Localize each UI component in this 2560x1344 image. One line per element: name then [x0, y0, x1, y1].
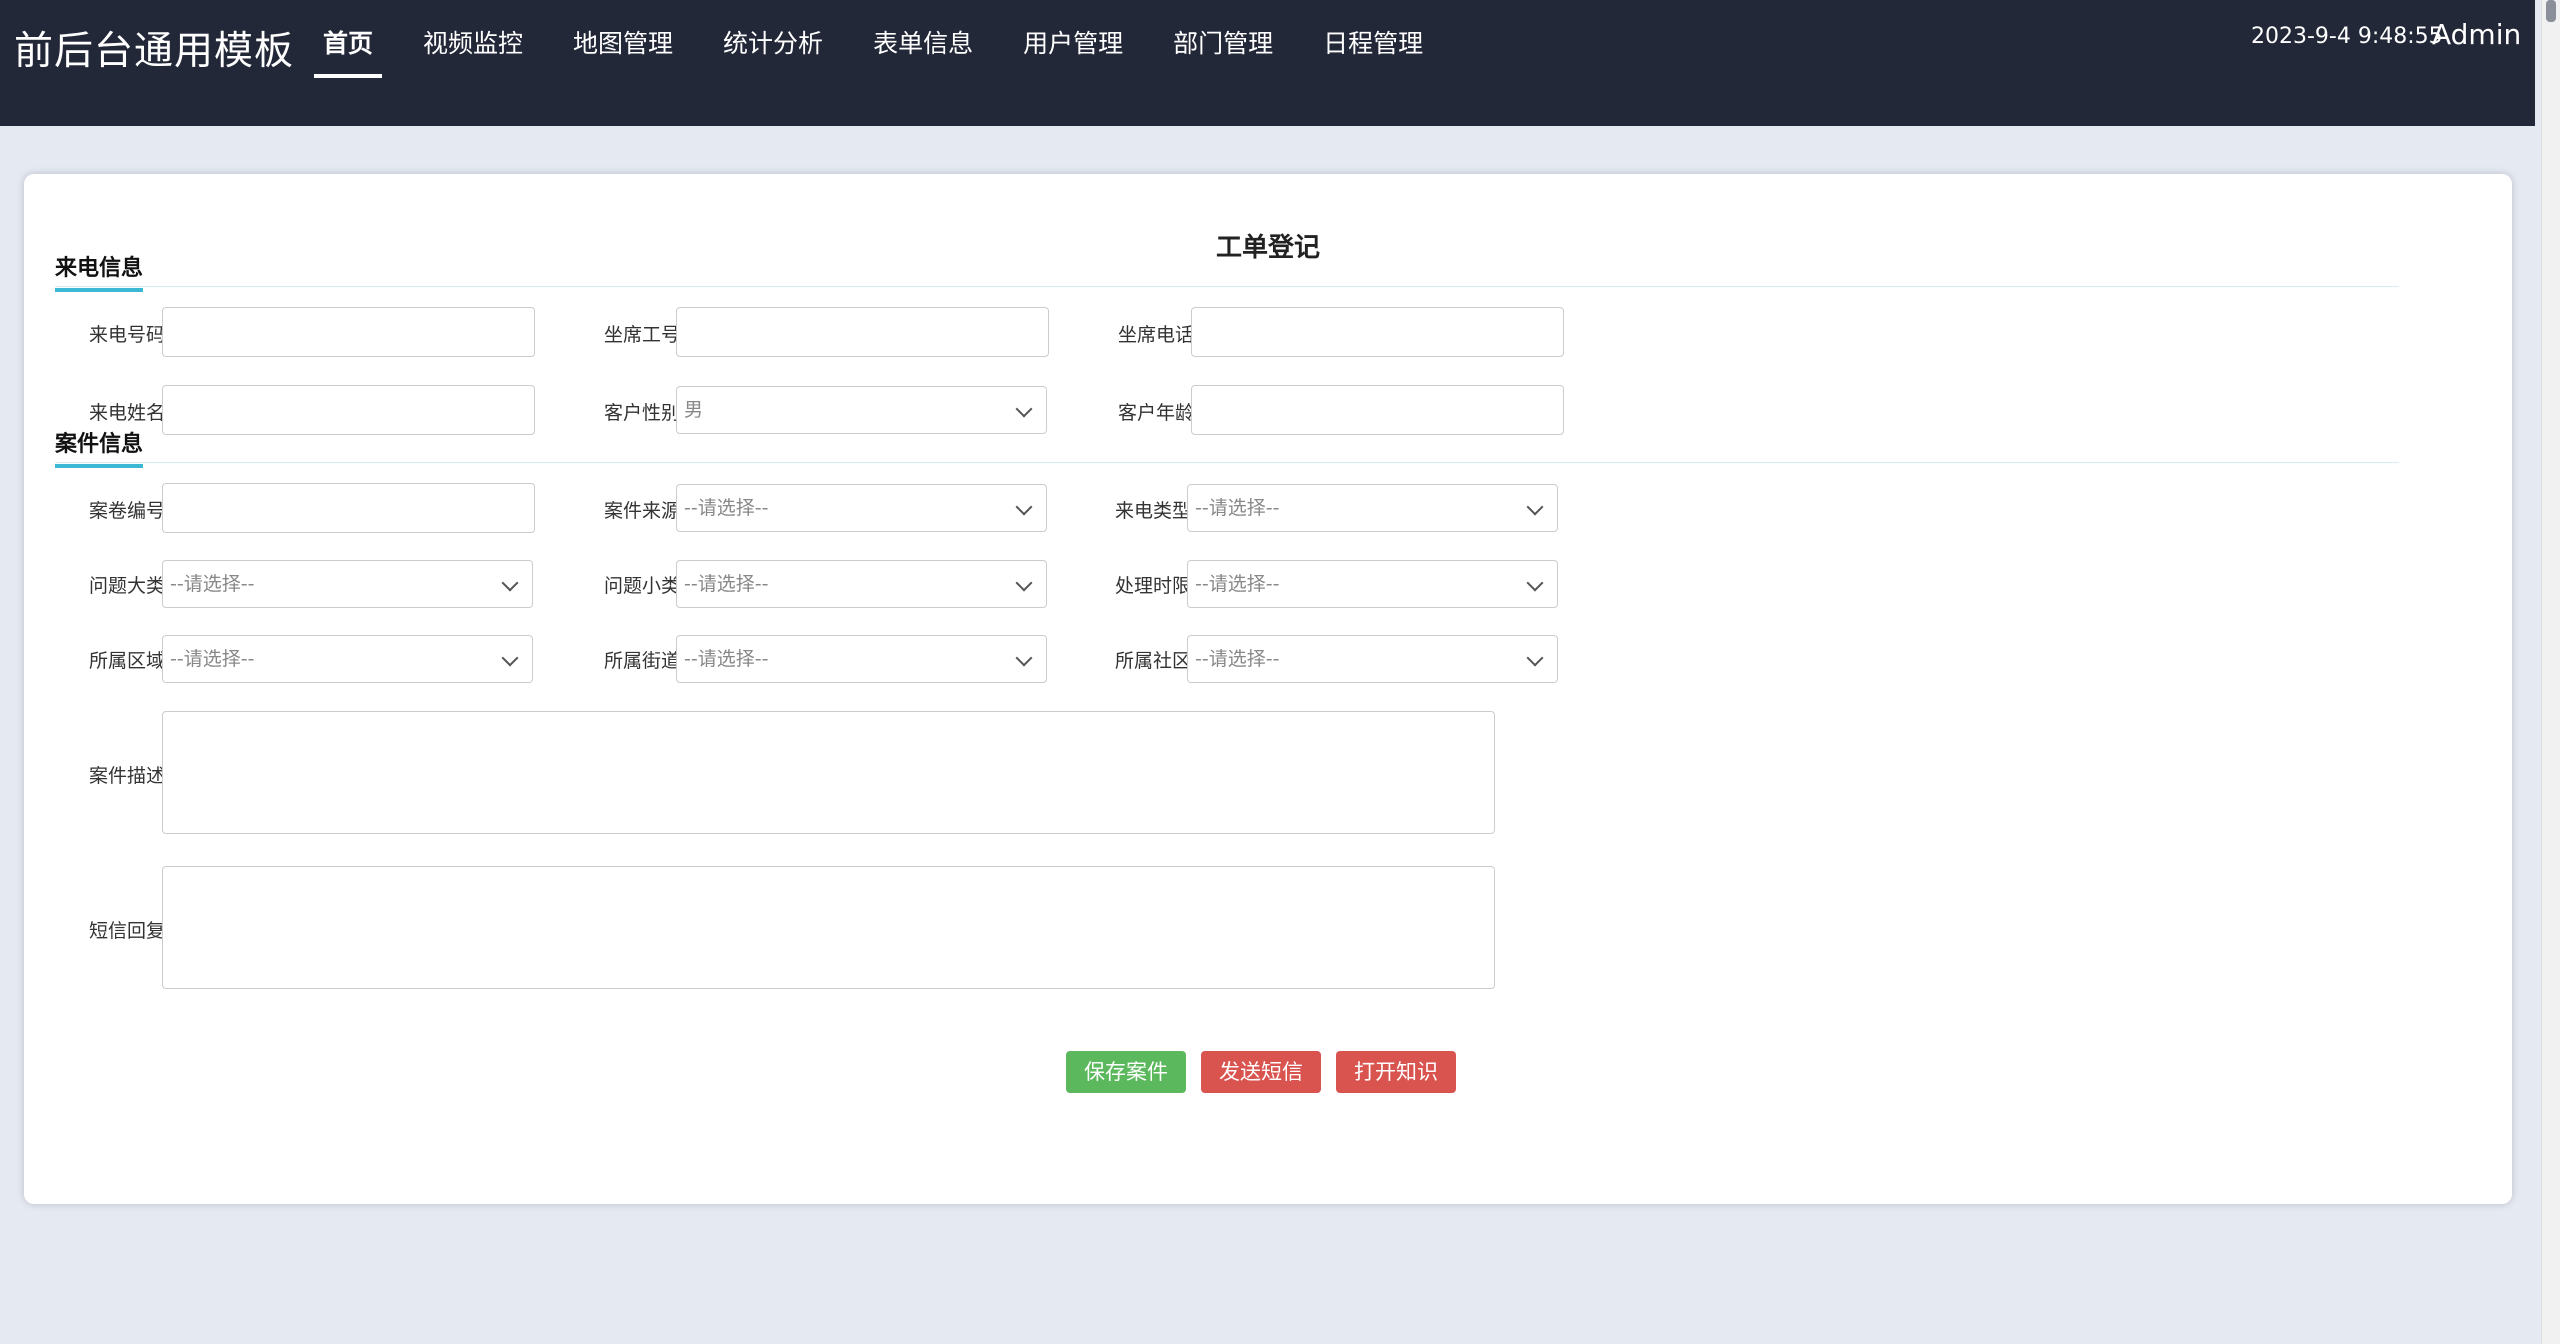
label-customer-gender: 客户性别 [603, 402, 680, 424]
section-title-case-info: 案件信息 [55, 426, 144, 468]
label-street: 所属街道 [603, 650, 680, 672]
nav-item-map-management[interactable]: 地图管理 [548, 0, 698, 88]
label-problem-subcategory: 问题小类 [603, 575, 680, 597]
nav-item-schedule[interactable]: 日程管理 [1298, 0, 1448, 88]
case-source-placeholder: --请选择-- [684, 497, 769, 519]
problem-subcategory-placeholder: --请选择-- [684, 573, 769, 595]
label-caller-name: 来电姓名 [88, 402, 165, 424]
caller-number-input[interactable] [162, 307, 535, 357]
current-datetime: 2023-9-4 9:48:55 [2251, 24, 2443, 49]
main-nav: 首页 视频监控 地图管理 统计分析 表单信息 用户管理 部门管理 日程管理 [298, 0, 1448, 126]
label-problem-category: 问题大类 [88, 575, 165, 597]
deadline-placeholder: --请选择-- [1195, 573, 1280, 595]
case-source-select[interactable]: --请选择-- [676, 484, 1047, 532]
section-case-info: 案件信息 [55, 426, 2399, 468]
label-case-number: 案卷编号 [88, 500, 165, 522]
agent-phone-input[interactable] [1191, 307, 1564, 357]
label-sms-reply: 短信回复 [88, 920, 165, 942]
label-caller-number: 来电号码 [88, 324, 165, 346]
chevron-down-icon [1015, 561, 1040, 607]
chevron-down-icon [1526, 561, 1551, 607]
label-case-source: 案件来源 [603, 500, 680, 522]
scrollbar-thumb[interactable] [2546, 0, 2556, 22]
community-select[interactable]: --请选择-- [1187, 635, 1558, 683]
label-call-type: 来电类型 [1114, 500, 1191, 522]
chevron-down-icon [1015, 485, 1040, 531]
nav-item-home[interactable]: 首页 [298, 0, 398, 88]
sms-reply-textarea[interactable] [162, 866, 1495, 989]
user-name[interactable]: Admin [2432, 18, 2521, 51]
problem-category-select[interactable]: --请选择-- [162, 560, 533, 608]
chevron-down-icon [501, 636, 526, 682]
label-community: 所属社区 [1114, 650, 1191, 672]
app-title: 前后台通用模板 [14, 29, 295, 74]
label-case-description: 案件描述 [88, 765, 165, 787]
deadline-select[interactable]: --请选择-- [1187, 560, 1558, 608]
work-order-card: 工单登记 来电信息 来电号码 坐席工号 坐席电话 来电姓名 客户性别 男 客户年… [24, 174, 2512, 1204]
problem-category-placeholder: --请选择-- [170, 573, 255, 595]
case-description-textarea[interactable] [162, 711, 1495, 834]
save-case-button[interactable]: 保存案件 [1066, 1051, 1186, 1093]
nav-item-forms[interactable]: 表单信息 [848, 0, 998, 88]
customer-gender-value: 男 [684, 399, 704, 421]
chevron-down-icon [501, 561, 526, 607]
label-customer-age: 客户年龄 [1117, 402, 1194, 424]
case-number-input[interactable] [162, 483, 535, 533]
label-district: 所属区域 [88, 650, 165, 672]
chevron-down-icon [1526, 636, 1551, 682]
send-sms-button[interactable]: 发送短信 [1201, 1051, 1321, 1093]
nav-item-video-monitoring[interactable]: 视频监控 [398, 0, 548, 88]
nav-item-statistics[interactable]: 统计分析 [698, 0, 848, 88]
label-deadline: 处理时限 [1114, 575, 1191, 597]
district-select[interactable]: --请选择-- [162, 635, 533, 683]
label-agent-phone: 坐席电话 [1117, 324, 1194, 346]
call-type-placeholder: --请选择-- [1195, 497, 1280, 519]
label-agent-id: 坐席工号 [603, 324, 680, 346]
chevron-down-icon [1526, 485, 1551, 531]
top-navbar: 前后台通用模板 首页 视频监控 地图管理 统计分析 表单信息 用户管理 部门管理… [0, 0, 2535, 126]
community-placeholder: --请选择-- [1195, 648, 1280, 670]
nav-item-users[interactable]: 用户管理 [998, 0, 1148, 88]
street-placeholder: --请选择-- [684, 648, 769, 670]
section-call-info: 来电信息 [55, 250, 2399, 292]
agent-id-input[interactable] [676, 307, 1049, 357]
problem-subcategory-select[interactable]: --请选择-- [676, 560, 1047, 608]
call-type-select[interactable]: --请选择-- [1187, 484, 1558, 532]
district-placeholder: --请选择-- [170, 648, 255, 670]
chevron-down-icon [1015, 636, 1040, 682]
street-select[interactable]: --请选择-- [676, 635, 1047, 683]
open-knowledge-button[interactable]: 打开知识 [1336, 1051, 1456, 1093]
page-scrollbar[interactable] [2541, 0, 2560, 1344]
nav-item-departments[interactable]: 部门管理 [1148, 0, 1298, 88]
section-title-call-info: 来电信息 [55, 250, 144, 292]
